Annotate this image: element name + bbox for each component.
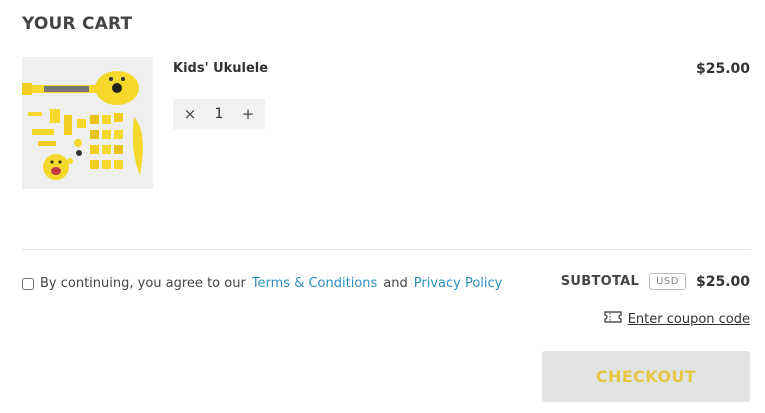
ticket-icon [604,311,622,327]
terms-text: By continuing, you agree to our [40,276,246,291]
currency-badge[interactable]: USD [649,273,686,290]
privacy-link[interactable]: Privacy Policy [414,276,503,291]
product-name[interactable]: Kids' Ukulele [173,61,268,76]
ukulele-image [22,57,153,189]
cart-title: YOUR CART [22,14,133,34]
quantity-value[interactable]: 1 [215,106,224,122]
subtotal-label: SUBTOTAL [560,274,640,289]
increment-button[interactable]: + [241,105,255,123]
terms-link[interactable]: Terms & Conditions [252,276,378,291]
product-image[interactable] [22,57,153,189]
subtotal-value: $25.00 [695,273,750,290]
terms-checkbox[interactable] [22,277,34,290]
quantity-stepper: × 1 + [173,99,265,129]
enter-coupon-link[interactable]: Enter coupon code [628,312,750,327]
checkout-button[interactable]: CHECKOUT [542,351,750,402]
coupon-row: Enter coupon code [604,311,750,327]
plus-icon: + [241,105,255,123]
close-x-icon: × [183,105,197,123]
subtotal-row: SUBTOTAL USD $25.00 [561,273,750,290]
terms-agreement: By continuing, you agree to our Terms & … [22,276,502,291]
item-price: $25.00 [695,61,750,77]
terms-and: and [383,276,408,291]
decrement-button[interactable]: × [183,105,197,123]
divider [22,249,751,250]
